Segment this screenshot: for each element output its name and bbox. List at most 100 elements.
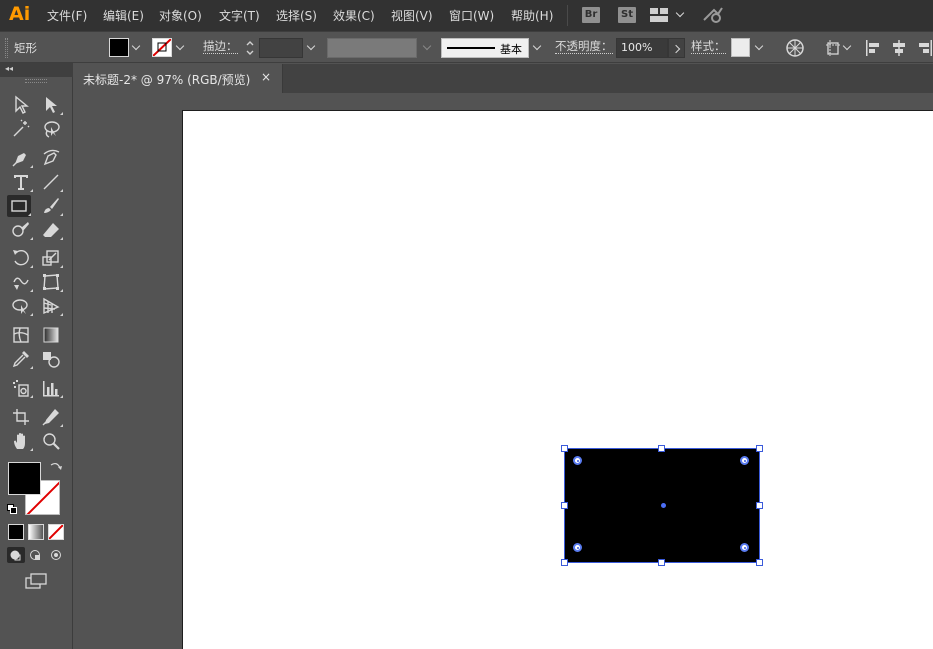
draw-normal-button[interactable]	[7, 547, 25, 563]
swap-colors-icon[interactable]	[49, 461, 63, 473]
artboard[interactable]	[182, 110, 933, 649]
blend-tool[interactable]	[39, 348, 63, 370]
shape-builder-tool[interactable]	[9, 295, 33, 317]
corner-radius-widget[interactable]	[740, 543, 749, 552]
stroke-color-swatch[interactable]	[152, 38, 172, 57]
bridge-button[interactable]: Br	[582, 7, 600, 23]
bounding-box-handle[interactable]	[561, 502, 568, 509]
stroke-weight-stepper[interactable]	[244, 38, 256, 58]
stroke-label[interactable]: 描边：	[203, 40, 238, 54]
menu-file[interactable]: 文件(F)	[47, 7, 87, 24]
opacity-label[interactable]: 不透明度：	[555, 40, 613, 54]
align-horizontal-center-icon[interactable]	[892, 39, 906, 57]
shaper-tool[interactable]	[9, 219, 33, 241]
eraser-tool[interactable]	[39, 219, 63, 241]
align-to-icon[interactable]	[825, 39, 841, 57]
bounding-box-handle[interactable]	[561, 559, 568, 566]
line-segment-tool[interactable]	[39, 171, 63, 193]
screen-mode-icon[interactable]	[24, 572, 48, 590]
perspective-grid-tool[interactable]	[39, 295, 63, 317]
chevron-right-icon	[671, 41, 685, 57]
close-icon[interactable]: ×	[261, 70, 271, 84]
mesh-tool[interactable]	[9, 324, 33, 346]
fill-color-box[interactable]	[8, 462, 41, 495]
corner-radius-widget[interactable]	[573, 456, 582, 465]
menu-select[interactable]: 选择(S)	[276, 7, 317, 24]
chevron-down-icon[interactable]	[305, 40, 319, 56]
gpu-performance-icon[interactable]	[702, 6, 724, 24]
selection-tool[interactable]	[9, 94, 33, 116]
align-left-icon[interactable]	[866, 39, 880, 57]
draw-inside-button[interactable]	[47, 547, 65, 563]
corner-radius-widget[interactable]	[573, 543, 582, 552]
none-mode-button[interactable]	[48, 524, 64, 540]
collapse-panel-icon[interactable]: ◂◂	[5, 64, 13, 73]
gradient-mode-button[interactable]	[28, 524, 44, 540]
zoom-tool[interactable]	[39, 430, 63, 452]
canvas[interactable]	[74, 93, 933, 649]
slice-tool[interactable]	[39, 406, 63, 428]
bounding-box-handle[interactable]	[756, 559, 763, 566]
direct-selection-tool[interactable]	[39, 94, 63, 116]
opacity-field[interactable]: 100%	[616, 38, 668, 58]
curvature-tool[interactable]	[39, 147, 63, 169]
symbol-sprayer-tool[interactable]	[9, 377, 33, 399]
rotate-tool[interactable]	[9, 247, 33, 269]
style-label[interactable]: 样式：	[691, 40, 726, 54]
bounding-box-handle[interactable]	[658, 559, 665, 566]
magic-wand-tool[interactable]	[9, 118, 33, 140]
variable-width-profile[interactable]	[327, 38, 417, 58]
panel-grip[interactable]	[5, 38, 8, 58]
chevron-down-icon[interactable]	[531, 40, 545, 56]
panel-grip[interactable]	[25, 79, 47, 83]
align-right-icon[interactable]	[918, 39, 932, 57]
paintbrush-tool[interactable]	[39, 195, 63, 217]
brush-definition-dropdown[interactable]: 基本	[441, 38, 529, 58]
chevron-down-icon[interactable]	[753, 40, 767, 56]
bounding-box-handle[interactable]	[561, 445, 568, 452]
graphic-style-swatch[interactable]	[731, 38, 750, 57]
workspace-switcher-icon[interactable]	[650, 8, 668, 22]
document-tab-title: 未标题-2* @ 97% (RGB/预览)	[83, 73, 251, 87]
hand-tool[interactable]	[9, 430, 33, 452]
warp-tool[interactable]	[9, 271, 33, 293]
menu-object[interactable]: 对象(O)	[159, 7, 202, 24]
free-transform-tool[interactable]	[39, 271, 63, 293]
bounding-box-handle[interactable]	[756, 502, 763, 509]
menu-view[interactable]: 视图(V)	[391, 7, 433, 24]
eyedropper-tool[interactable]	[9, 348, 33, 370]
color-mode-button[interactable]	[8, 524, 24, 540]
draw-behind-button[interactable]	[27, 547, 45, 563]
chevron-down-icon[interactable]	[841, 40, 855, 56]
artboard-tool[interactable]	[9, 406, 33, 428]
menu-effect[interactable]: 效果(C)	[333, 7, 375, 24]
chevron-down-icon[interactable]	[674, 7, 688, 23]
menu-edit[interactable]: 编辑(E)	[103, 7, 144, 24]
rectangle-tool[interactable]	[7, 195, 31, 217]
corner-radius-widget[interactable]	[740, 456, 749, 465]
document-tab[interactable]: 未标题-2* @ 97% (RGB/预览) ×	[73, 64, 283, 93]
column-graph-tool[interactable]	[39, 377, 63, 399]
chevron-down-icon[interactable]	[174, 40, 188, 56]
center-point[interactable]	[661, 503, 666, 508]
menu-help[interactable]: 帮助(H)	[511, 7, 553, 24]
default-colors-icon[interactable]	[7, 503, 17, 514]
document-tab-bar: 未标题-2* @ 97% (RGB/预览) ×	[73, 64, 933, 93]
scale-tool[interactable]	[39, 247, 63, 269]
bounding-box-handle[interactable]	[756, 445, 763, 452]
chevron-down-icon[interactable]	[130, 40, 144, 56]
tools-panel: ◂◂	[0, 63, 73, 649]
menu-window[interactable]: 窗口(W)	[449, 7, 494, 24]
opacity-value: 100%	[621, 41, 653, 54]
stroke-weight-field[interactable]	[259, 38, 303, 58]
type-tool[interactable]	[9, 171, 33, 193]
menu-type[interactable]: 文字(T)	[219, 7, 260, 24]
gradient-tool[interactable]	[39, 324, 63, 346]
fill-color-swatch[interactable]	[109, 38, 129, 57]
bounding-box-handle[interactable]	[658, 445, 665, 452]
lasso-tool[interactable]	[39, 118, 63, 140]
recolor-artwork-icon[interactable]	[785, 38, 805, 58]
stock-button[interactable]: St	[618, 7, 636, 23]
pen-tool[interactable]	[9, 147, 33, 169]
opacity-slider-button[interactable]	[668, 38, 685, 58]
